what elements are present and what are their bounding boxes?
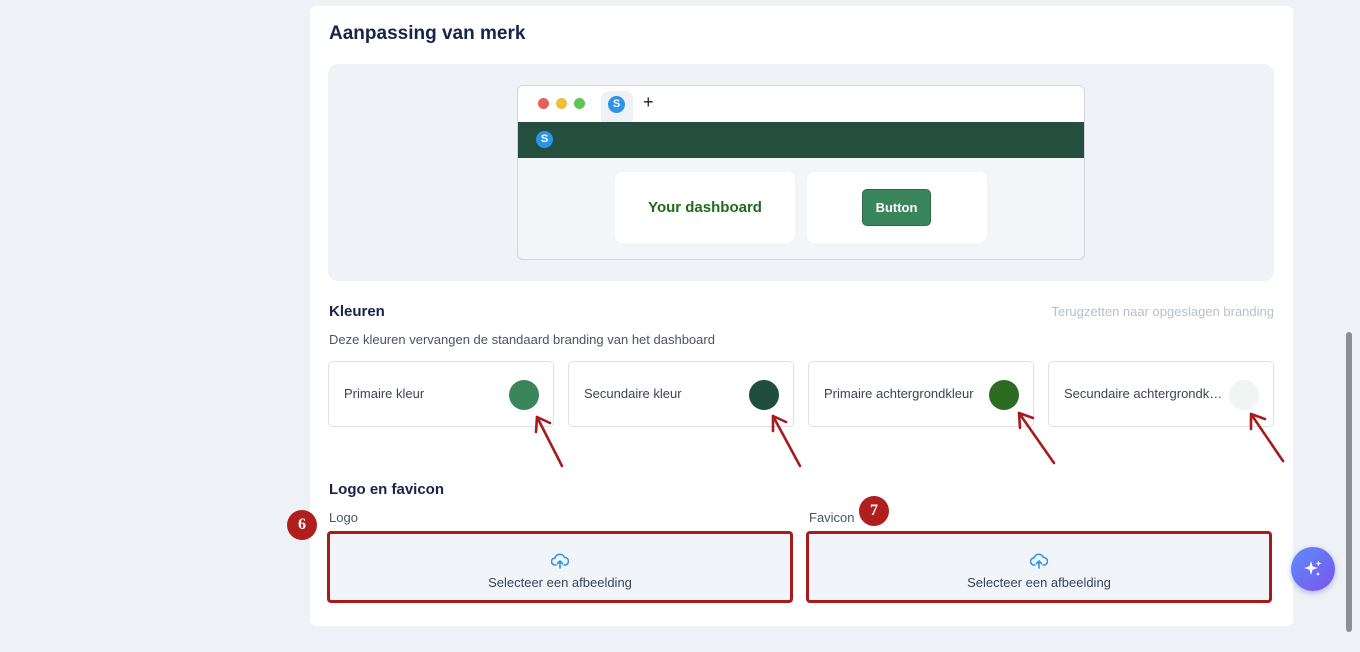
upload-cloud-icon	[1030, 553, 1048, 569]
color-swatch[interactable]	[989, 380, 1019, 410]
preview-button: Button	[862, 189, 931, 226]
section-title: Aanpassing van merk	[329, 23, 526, 44]
color-label: Primaire kleur	[344, 386, 425, 401]
color-swatch[interactable]	[509, 380, 539, 410]
dashboard-tile: Your dashboard	[615, 172, 795, 243]
primary-background-color-picker[interactable]: Primaire achtergrondkleur	[808, 361, 1034, 427]
logo-upload-dropzone[interactable]: Selecteer een afbeelding	[327, 531, 793, 603]
page-scrollbar[interactable]	[1346, 332, 1352, 632]
color-swatch[interactable]	[749, 380, 779, 410]
maximize-dot-icon	[574, 98, 585, 109]
secondary-background-color-picker[interactable]: Secundaire achtergrondk…	[1048, 361, 1274, 427]
logo-preview-icon: S	[536, 131, 553, 148]
favicon-preview-icon: S	[608, 96, 625, 113]
favicon-upload-dropzone[interactable]: Selecteer een afbeelding	[806, 531, 1272, 603]
browser-tab-bar: S +	[518, 86, 1084, 122]
dashboard-text: Your dashboard	[648, 199, 762, 216]
button-tile: Button	[807, 172, 987, 243]
annotation-badge-6: 6	[287, 510, 317, 540]
minimize-dot-icon	[556, 98, 567, 109]
upload-cloud-icon	[551, 553, 569, 569]
preview-navbar: S	[518, 122, 1084, 158]
colors-description: Deze kleuren vervangen de standaard bran…	[329, 332, 715, 347]
browser-tab: S	[601, 91, 633, 122]
annotation-badge-7: 7	[859, 496, 889, 526]
branding-preview: S + S Your dashboard Button	[328, 64, 1274, 281]
favicon-label: Favicon	[809, 510, 855, 525]
new-tab-icon: +	[643, 92, 654, 112]
logo-upload-text: Selecteer een afbeelding	[488, 575, 632, 590]
reset-branding-link[interactable]: Terugzetten naar opgeslagen branding	[1051, 304, 1274, 319]
close-dot-icon	[538, 98, 549, 109]
primary-color-picker[interactable]: Primaire kleur	[328, 361, 554, 427]
color-label: Secundaire achtergrondk…	[1064, 386, 1223, 401]
sparkle-icon	[1304, 560, 1322, 576]
colors-title: Kleuren	[329, 303, 385, 320]
browser-mockup: S + S Your dashboard Button	[517, 85, 1085, 260]
color-label: Secundaire kleur	[584, 386, 682, 401]
secondary-color-picker[interactable]: Secundaire kleur	[568, 361, 794, 427]
favicon-upload-text: Selecteer een afbeelding	[967, 575, 1111, 590]
color-swatch[interactable]	[1229, 380, 1259, 410]
branding-card: Aanpassing van merk S + S Your dashboard…	[310, 6, 1293, 626]
ai-assistant-button[interactable]	[1291, 547, 1335, 591]
logo-label: Logo	[329, 510, 358, 525]
logo-favicon-title: Logo en favicon	[329, 481, 445, 498]
color-label: Primaire achtergrondkleur	[824, 386, 974, 401]
